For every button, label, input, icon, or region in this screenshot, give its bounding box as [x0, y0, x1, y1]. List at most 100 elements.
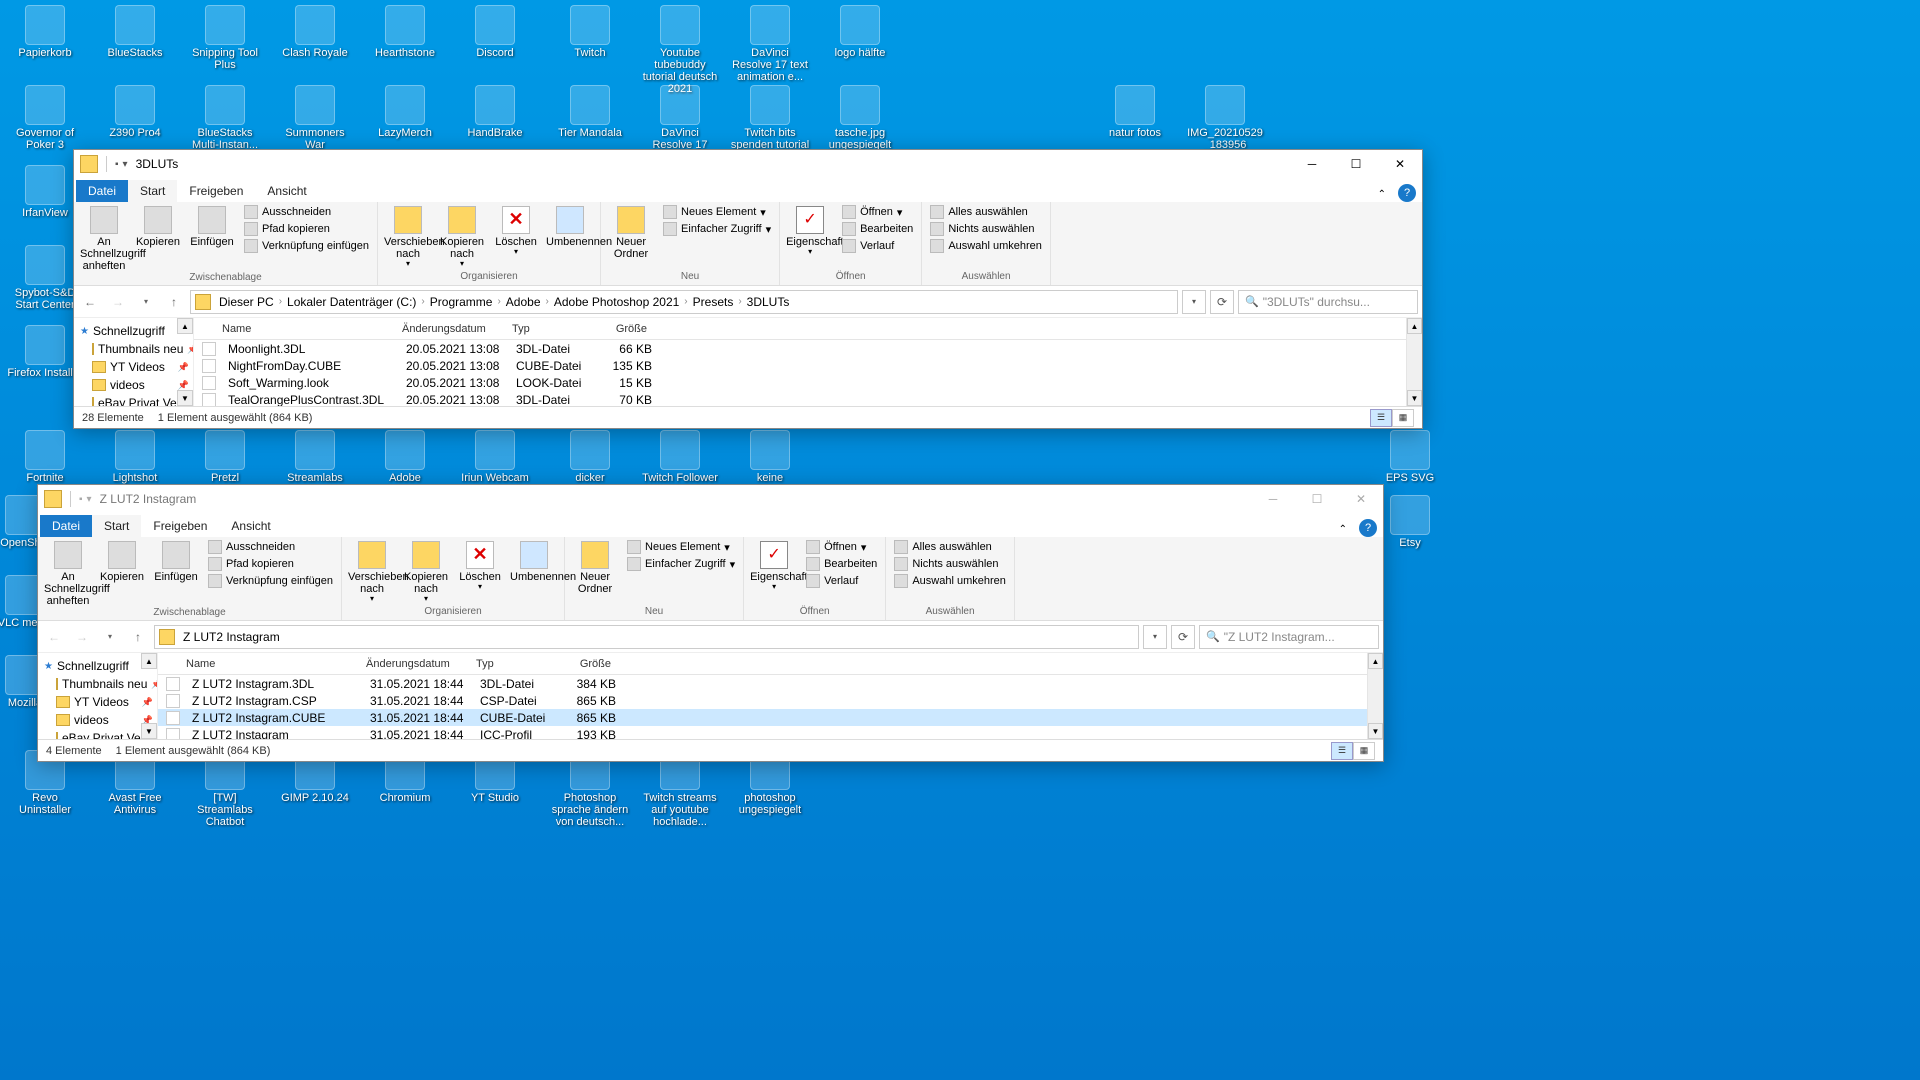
details-view-button[interactable]: ☰: [1370, 409, 1392, 427]
details-view-button[interactable]: ☰: [1331, 742, 1353, 760]
desktop-icon[interactable]: Discord: [455, 5, 535, 59]
edit-button[interactable]: Bearbeiten: [840, 221, 915, 237]
forward-button[interactable]: →: [70, 625, 94, 649]
move-to-button[interactable]: Verschieben nach▾: [348, 539, 396, 604]
sidebar-item[interactable]: eBay Privat Verk📌: [38, 729, 157, 739]
up-button[interactable]: ↑: [126, 625, 150, 649]
cut-button[interactable]: Ausschneiden: [242, 204, 371, 220]
easy-access-button[interactable]: Einfacher Zugriff ▾: [625, 556, 737, 572]
tab-start[interactable]: Start: [92, 515, 141, 537]
select-none-button[interactable]: Nichts auswählen: [892, 556, 1008, 572]
pin-button[interactable]: An Schnellzugriff anheften: [44, 539, 92, 607]
desktop-icon[interactable]: natur fotos: [1095, 85, 1175, 139]
tab-start[interactable]: Start: [128, 180, 177, 202]
breadcrumb[interactable]: Dieser PC›Lokaler Datenträger (C:)›Progr…: [190, 290, 1178, 314]
new-folder-button[interactable]: Neuer Ordner: [571, 539, 619, 595]
sidebar-item[interactable]: videos📌: [74, 376, 193, 394]
titlebar[interactable]: ▪ ▾ 3DLUTs ─ ☐ ✕: [74, 150, 1422, 178]
file-row[interactable]: Soft_Warming.look20.05.2021 13:08LOOK-Da…: [194, 374, 1406, 391]
sidebar-item[interactable]: eBay Privat Verk📌: [74, 394, 193, 406]
scroll-up-icon[interactable]: ▲: [141, 653, 157, 669]
desktop-icon[interactable]: LazyMerch: [365, 85, 445, 139]
desktop-icon[interactable]: BlueStacks Multi-Instan...: [185, 85, 265, 151]
breadcrumb-segment[interactable]: 3DLUTs: [745, 295, 792, 309]
sidebar-item[interactable]: YT Videos📌: [74, 358, 193, 376]
desktop-icon[interactable]: tasche.jpg ungespiegelt: [820, 85, 900, 151]
scroll-up-icon[interactable]: ▲: [1368, 653, 1383, 669]
file-row[interactable]: Z LUT2 Instagram31.05.2021 18:44ICC-Prof…: [158, 726, 1367, 739]
scroll-up-icon[interactable]: ▲: [177, 318, 193, 334]
copy-button[interactable]: Kopieren: [134, 204, 182, 248]
desktop-icon[interactable]: logo hälfte: [820, 5, 900, 59]
dropdown-icon[interactable]: ▾: [1182, 290, 1206, 314]
desktop-icon[interactable]: DaVinci Resolve 17 text animation e...: [730, 5, 810, 83]
scrollbar[interactable]: ▲ ▼: [1367, 653, 1383, 739]
copy-to-button[interactable]: Kopieren nach▾: [438, 204, 486, 269]
scrollbar[interactable]: ▲ ▼: [1406, 318, 1422, 406]
scroll-up-icon[interactable]: ▲: [1407, 318, 1422, 334]
file-row[interactable]: Z LUT2 Instagram.CUBE31.05.2021 18:44CUB…: [158, 709, 1367, 726]
maximize-button[interactable]: ☐: [1334, 150, 1378, 178]
column-date[interactable]: Änderungsdatum: [394, 323, 504, 335]
paste-link-button[interactable]: Verknüpfung einfügen: [242, 238, 371, 254]
breadcrumb-segment[interactable]: Adobe Photoshop 2021: [552, 295, 681, 309]
desktop-icon[interactable]: Snipping Tool Plus: [185, 5, 265, 71]
back-button[interactable]: ←: [42, 625, 66, 649]
copy-path-button[interactable]: Pfad kopieren: [242, 221, 371, 237]
column-size[interactable]: Größe: [560, 658, 620, 670]
desktop-icon[interactable]: Youtube tubebuddy tutorial deutsch 2021: [640, 5, 720, 95]
edit-button[interactable]: Bearbeiten: [804, 556, 879, 572]
qat-btn[interactable]: ▾: [87, 494, 92, 505]
recent-dropdown[interactable]: ▾: [134, 290, 158, 314]
desktop-icon[interactable]: Clash Royale: [275, 5, 355, 59]
column-date[interactable]: Änderungsdatum: [358, 658, 468, 670]
desktop-icon[interactable]: Papierkorb: [5, 5, 85, 59]
new-item-button[interactable]: Neues Element ▾: [661, 204, 773, 220]
invert-selection-button[interactable]: Auswahl umkehren: [928, 238, 1044, 254]
scroll-down-icon[interactable]: ▼: [1407, 390, 1422, 406]
copy-to-button[interactable]: Kopieren nach▾: [402, 539, 450, 604]
minimize-button[interactable]: ─: [1290, 150, 1334, 178]
icons-view-button[interactable]: ▦: [1353, 742, 1375, 760]
help-icon[interactable]: ?: [1359, 519, 1377, 537]
refresh-button[interactable]: ⟳: [1171, 625, 1195, 649]
close-button[interactable]: ✕: [1378, 150, 1422, 178]
breadcrumb[interactable]: Z LUT2 Instagram: [154, 625, 1139, 649]
qat-btn[interactable]: ▪: [79, 494, 83, 505]
new-folder-button[interactable]: Neuer Ordner: [607, 204, 655, 260]
scroll-down-icon[interactable]: ▼: [177, 390, 193, 406]
column-type[interactable]: Typ: [468, 658, 560, 670]
cut-button[interactable]: Ausschneiden: [206, 539, 335, 555]
desktop-icon[interactable]: Z390 Pro4: [95, 85, 175, 139]
copy-path-button[interactable]: Pfad kopieren: [206, 556, 335, 572]
back-button[interactable]: ←: [78, 290, 102, 314]
history-button[interactable]: Verlauf: [840, 238, 915, 254]
file-row[interactable]: TealOrangePlusContrast.3DL20.05.2021 13:…: [194, 391, 1406, 406]
sidebar-item[interactable]: Thumbnails neu📌: [38, 675, 157, 693]
sidebar-item[interactable]: YT Videos📌: [38, 693, 157, 711]
desktop-icon[interactable]: dicker: [550, 430, 630, 484]
file-row[interactable]: Moonlight.3DL20.05.2021 13:083DL-Datei66…: [194, 340, 1406, 357]
qat-btn[interactable]: ▪: [115, 159, 119, 170]
ribbon-collapse-icon[interactable]: ⌃: [1333, 522, 1353, 537]
paste-link-button[interactable]: Verknüpfung einfügen: [206, 573, 335, 589]
desktop-icon[interactable]: HandBrake: [455, 85, 535, 139]
open-button[interactable]: Öffnen ▾: [840, 204, 915, 220]
breadcrumb-segment[interactable]: Presets: [691, 295, 736, 309]
search-input[interactable]: 🔍"Z LUT2 Instagram...: [1199, 625, 1379, 649]
breadcrumb-segment[interactable]: Z LUT2 Instagram: [181, 630, 282, 644]
delete-button[interactable]: Löschen▾: [456, 539, 504, 592]
easy-access-button[interactable]: Einfacher Zugriff ▾: [661, 221, 773, 237]
copy-button[interactable]: Kopieren: [98, 539, 146, 583]
tab-share[interactable]: Freigeben: [177, 180, 255, 202]
desktop-icon[interactable]: Twitch: [550, 5, 630, 59]
file-row[interactable]: NightFromDay.CUBE20.05.2021 13:08CUBE-Da…: [194, 357, 1406, 374]
scroll-down-icon[interactable]: ▼: [141, 723, 157, 739]
tab-view[interactable]: Ansicht: [255, 180, 318, 202]
rename-button[interactable]: Umbenennen: [510, 539, 558, 583]
column-name[interactable]: Name: [194, 323, 394, 335]
desktop-icon[interactable]: Pretzl: [185, 430, 265, 484]
desktop-icon[interactable]: BlueStacks: [95, 5, 175, 59]
file-row[interactable]: Z LUT2 Instagram.CSP31.05.2021 18:44CSP-…: [158, 692, 1367, 709]
delete-button[interactable]: Löschen▾: [492, 204, 540, 257]
